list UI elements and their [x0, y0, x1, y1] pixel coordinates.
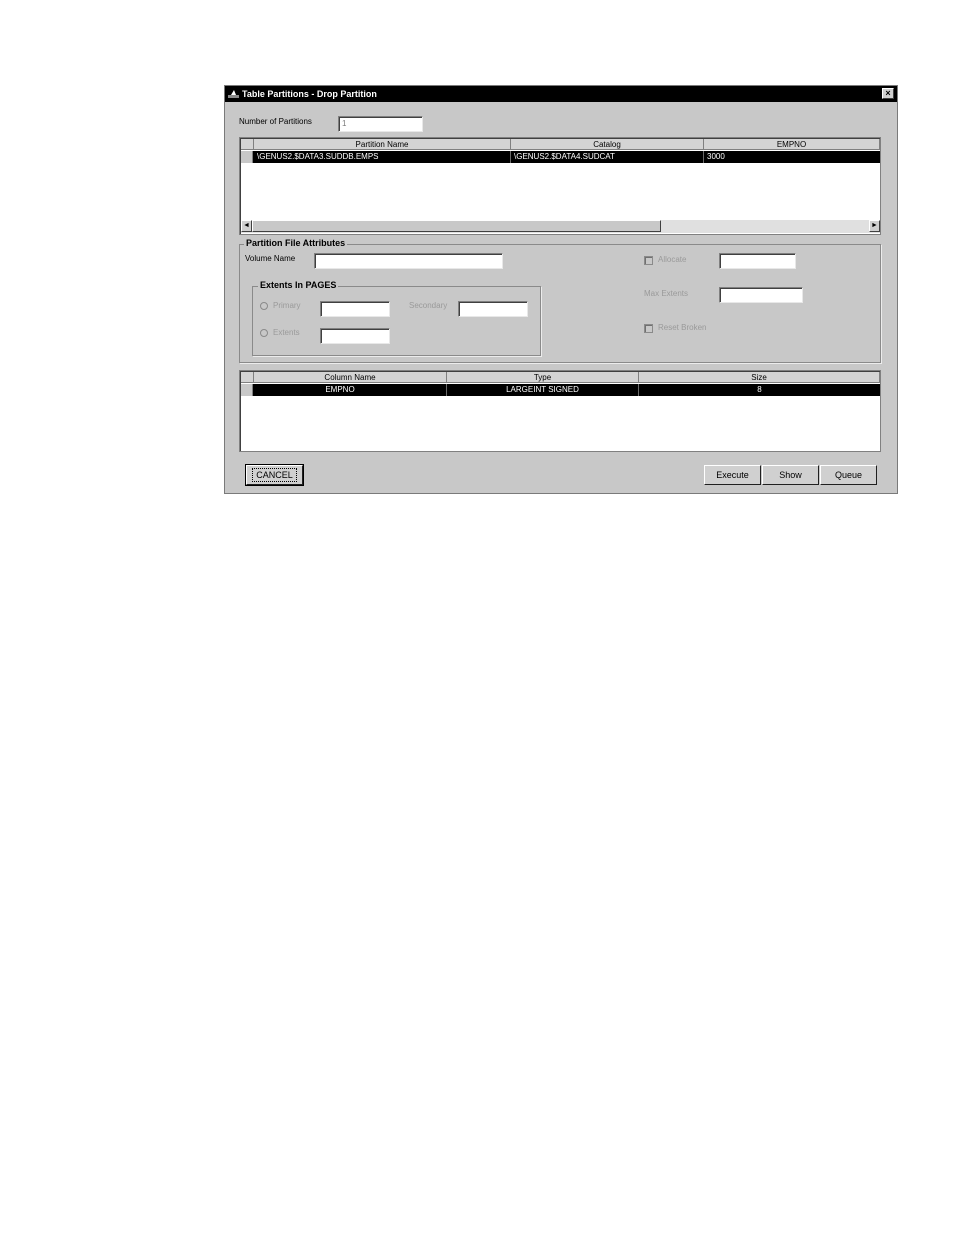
columns-grid-header: Column Name Type Size — [241, 372, 880, 383]
number-of-partitions-label: Number of Partitions — [239, 117, 312, 126]
scroll-thumb[interactable] — [252, 220, 661, 232]
max-extents-label: Max Extents — [644, 289, 689, 298]
secondary-field[interactable] — [458, 301, 528, 317]
horizontal-scrollbar[interactable]: ◄ ► — [241, 220, 880, 233]
app-icon — [228, 90, 239, 98]
partition-file-attributes-title: Partition File Attributes — [244, 238, 348, 248]
execute-button[interactable]: Execute — [704, 465, 761, 485]
cell-catalog[interactable]: \GENUS2.$DATA4.SUDCAT — [511, 151, 704, 163]
cell-column-name[interactable]: EMPNO — [254, 384, 447, 396]
extents-label: Extents — [273, 328, 300, 337]
queue-button[interactable]: Queue — [820, 465, 877, 485]
window-title: Table Partitions - Drop Partition — [242, 89, 377, 99]
show-button[interactable]: Show — [762, 465, 819, 485]
title-bar[interactable]: Table Partitions - Drop Partition × — [225, 86, 897, 102]
close-icon[interactable]: × — [882, 88, 894, 99]
columns-grid[interactable]: Column Name Type Size EMPNO LARGEINT SIG… — [239, 370, 881, 452]
row-header-corner — [241, 139, 254, 150]
table-row[interactable]: EMPNO LARGEINT SIGNED 8 — [241, 384, 880, 396]
row-indicator — [241, 384, 253, 396]
cell-empno[interactable]: 3000 — [704, 151, 880, 163]
column-header-type[interactable]: Type — [447, 372, 639, 383]
volume-name-label: Volume Name — [245, 254, 296, 263]
primary-radio[interactable] — [260, 302, 268, 310]
scroll-left-icon[interactable]: ◄ — [241, 220, 252, 232]
table-row[interactable]: \GENUS2.$DATA3.SUDDB.EMPS \GENUS2.$DATA4… — [241, 151, 880, 163]
cancel-button[interactable]: CANCEL — [245, 464, 304, 486]
column-header-column-name[interactable]: Column Name — [254, 372, 447, 383]
primary-label: Primary — [273, 301, 301, 310]
column-header-size[interactable]: Size — [639, 372, 880, 383]
column-header-partition-name[interactable]: Partition Name — [254, 139, 511, 150]
scroll-right-icon[interactable]: ► — [869, 220, 880, 232]
extents-in-pages-title: Extents In PAGES — [258, 280, 339, 290]
column-header-catalog[interactable]: Catalog — [511, 139, 704, 150]
row-indicator — [241, 151, 253, 163]
extents-radio[interactable] — [260, 329, 268, 337]
max-extents-field[interactable] — [719, 287, 803, 303]
number-of-partitions-field[interactable]: 1 — [338, 116, 423, 132]
allocate-field[interactable] — [719, 253, 796, 269]
primary-field[interactable] — [320, 301, 390, 317]
allocate-label: Allocate — [658, 255, 687, 264]
cancel-button-label: CANCEL — [252, 468, 297, 482]
cell-partition-name[interactable]: \GENUS2.$DATA3.SUDDB.EMPS — [254, 151, 511, 163]
extents-field[interactable] — [320, 328, 390, 344]
extents-in-pages-group — [252, 286, 541, 356]
cell-type[interactable]: LARGEINT SIGNED — [447, 384, 639, 396]
partitions-grid-header: Partition Name Catalog EMPNO — [241, 139, 880, 150]
secondary-label: Secondary — [409, 301, 448, 310]
volume-name-field[interactable] — [314, 253, 503, 269]
allocate-checkbox[interactable] — [644, 256, 653, 265]
cell-size[interactable]: 8 — [639, 384, 880, 396]
drop-partition-dialog: Table Partitions - Drop Partition × Numb… — [224, 85, 898, 494]
column-header-empno[interactable]: EMPNO — [704, 139, 880, 150]
row-header-corner — [241, 372, 254, 383]
partitions-grid[interactable]: Partition Name Catalog EMPNO \GENUS2.$DA… — [239, 137, 881, 235]
reset-broken-checkbox[interactable] — [644, 324, 653, 333]
reset-broken-label: Reset Broken — [658, 323, 707, 332]
